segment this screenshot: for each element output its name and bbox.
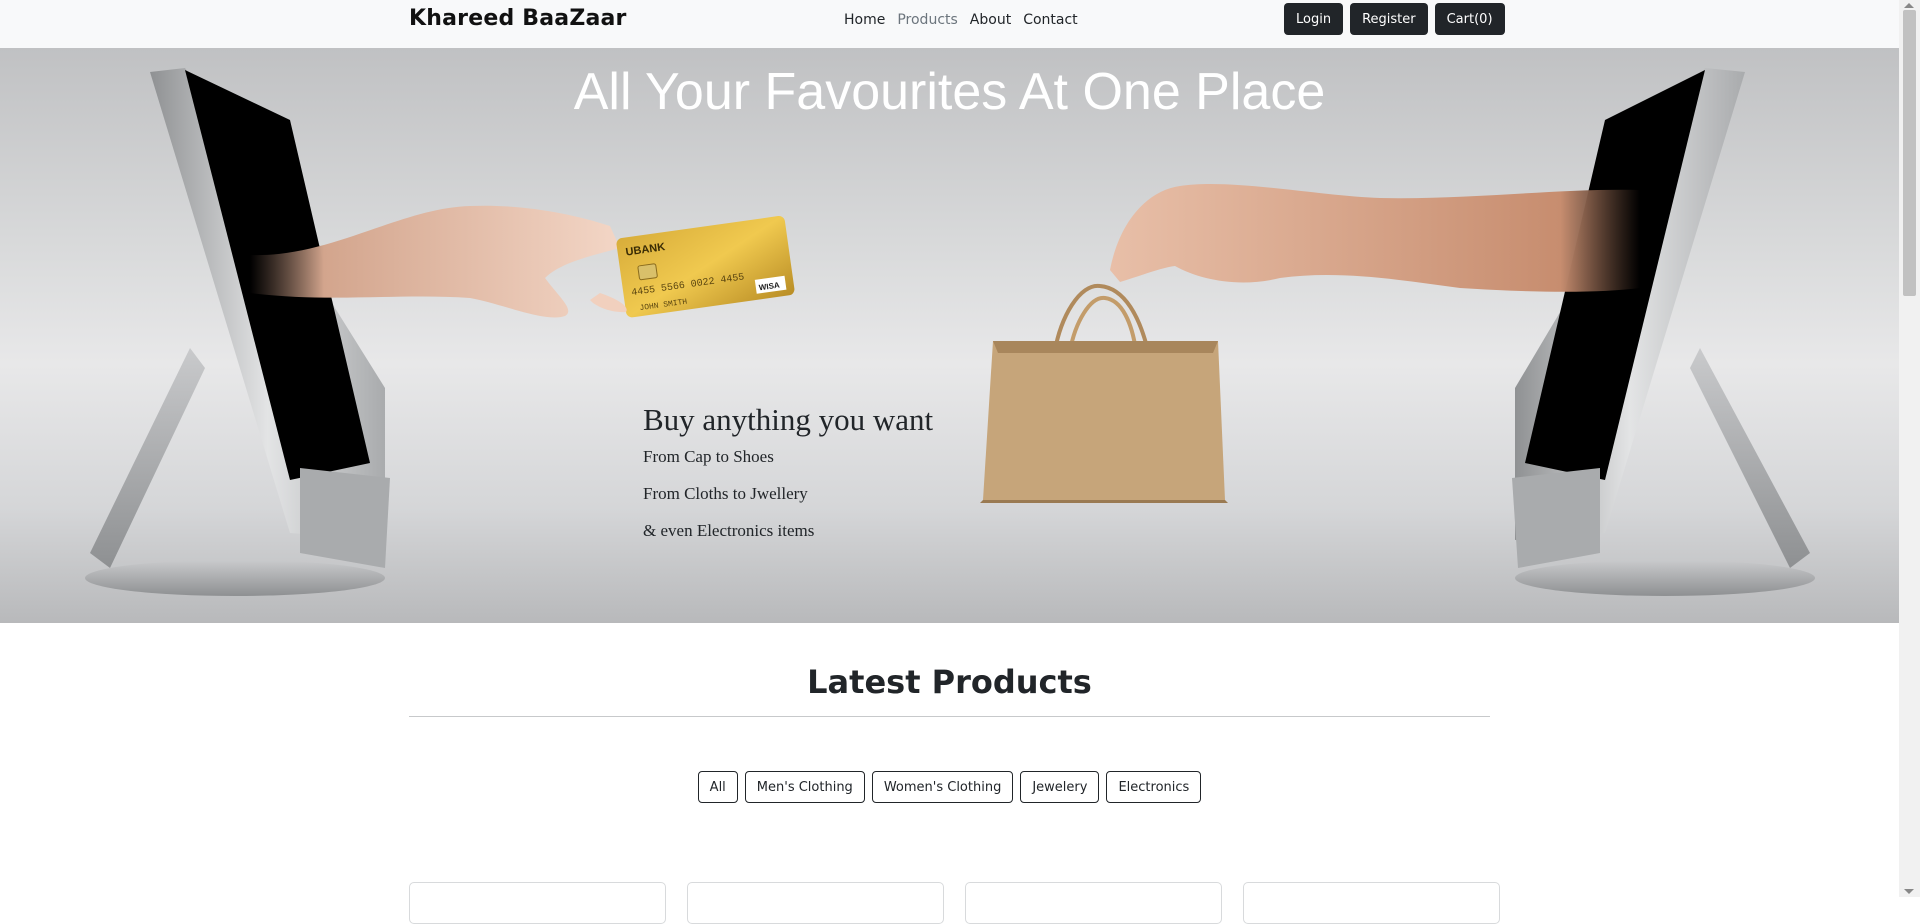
scroll-up-arrow-icon[interactable] (1904, 3, 1914, 8)
register-button[interactable]: Register (1350, 3, 1428, 35)
hero-line-1: From Cap to Shoes (643, 447, 774, 466)
hero-illustration: UBANK 4455 5566 0022 4455 JOHN SMITH WIS… (85, 68, 1815, 596)
nav-link-contact[interactable]: Contact (1017, 11, 1083, 29)
shopping-bag-image (980, 283, 1228, 503)
hero-line-3: & even Electronics items (643, 521, 815, 540)
filter-electronics-button[interactable]: Electronics (1106, 771, 1202, 803)
page-scrollbar[interactable] (1899, 0, 1920, 897)
latest-products-title: Latest Products (807, 663, 1092, 701)
scrollbar-thumb[interactable] (1903, 10, 1916, 296)
nav-link-products[interactable]: Products (891, 11, 963, 29)
filter-mens-clothing-button[interactable]: Men's Clothing (744, 771, 865, 803)
hand-with-bag-image (1110, 183, 1640, 292)
product-card[interactable] (687, 882, 944, 924)
filter-jewelery-button[interactable]: Jewelery (1020, 771, 1100, 803)
brand-logo[interactable]: Khareed BaaZaar (409, 6, 627, 31)
cart-button[interactable]: Cart(0) (1434, 3, 1505, 35)
product-card[interactable] (965, 882, 1222, 924)
category-filters: All Men's Clothing Women's Clothing Jewe… (0, 771, 1899, 803)
section-divider (409, 716, 1490, 717)
product-grid (409, 882, 1500, 924)
login-button[interactable]: Login (1284, 3, 1344, 35)
product-card[interactable] (1243, 882, 1500, 924)
hero-subtitle: Buy anything you want (643, 402, 934, 437)
hero-line-2: From Cloths to Jwellery (643, 484, 808, 503)
right-monitor-image (1512, 68, 1815, 596)
product-card[interactable] (409, 882, 666, 924)
navbar: Khareed BaaZaar Home Products About Cont… (0, 0, 1899, 49)
filter-all-button[interactable]: All (697, 771, 738, 803)
hero-banner: UBANK 4455 5566 0022 4455 JOHN SMITH WIS… (0, 48, 1899, 623)
nav-link-home[interactable]: Home (838, 11, 891, 29)
scroll-down-arrow-icon[interactable] (1904, 889, 1914, 894)
filter-womens-clothing-button[interactable]: Women's Clothing (871, 771, 1014, 803)
nav-links: Home Products About Contact (838, 11, 1084, 29)
nav-link-about[interactable]: About (964, 11, 1017, 29)
hero-title: All Your Favourites At One Place (573, 63, 1326, 121)
left-monitor-image (85, 68, 390, 596)
nav-buttons: Login Register Cart(0) (1284, 3, 1505, 35)
